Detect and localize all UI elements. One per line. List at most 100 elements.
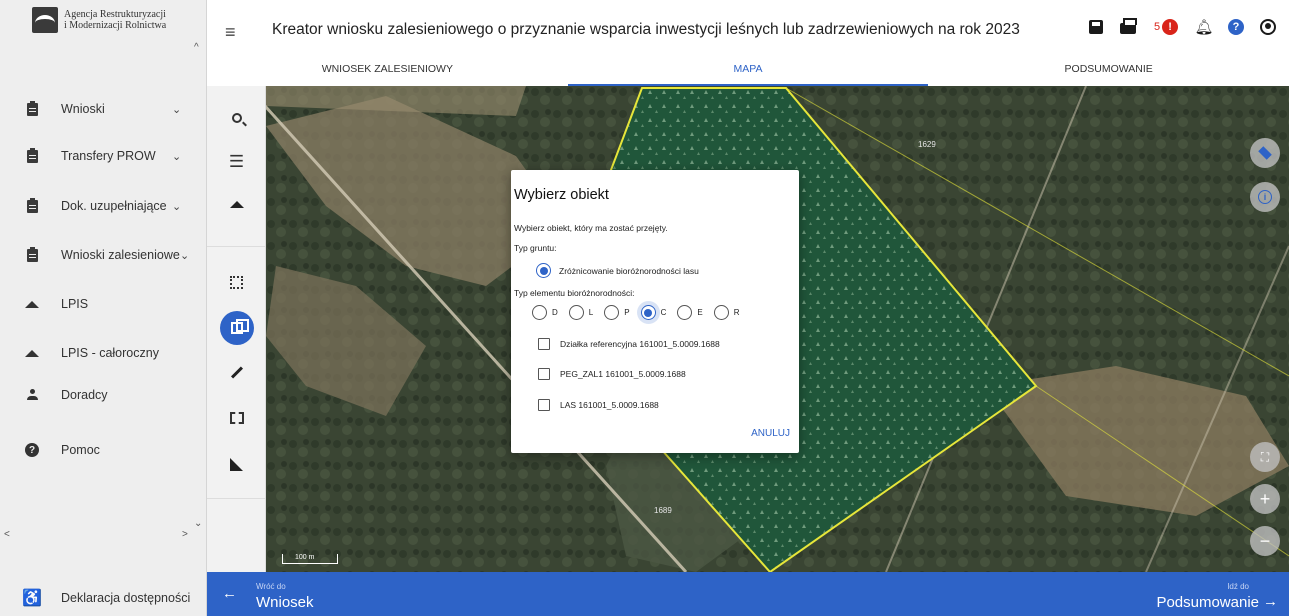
sidebar-item-transfery-prow[interactable]: Transfery PROW ⌄ <box>0 138 207 174</box>
user-account-button[interactable] <box>1259 18 1277 36</box>
sidebar-item-lpis-caloroczny[interactable]: LPIS - całoroczny <box>0 335 207 371</box>
search-button[interactable] <box>207 100 266 136</box>
radio-selected-icon[interactable] <box>640 305 656 320</box>
sidebar-item-label: Wnioski <box>61 102 105 116</box>
sidebar-item-deklaracja-dostepnosci[interactable]: ♿ Deklaracja dostępności <box>0 580 207 616</box>
radio-selected-icon[interactable] <box>536 263 551 278</box>
chevron-down-icon[interactable]: ⌄ <box>172 150 181 163</box>
sidebar-scroll-up-icon[interactable]: ^ <box>194 42 199 53</box>
checkbox-icon[interactable] <box>538 399 550 411</box>
ground-type-option-label: Zróżnicowanie bioróżnorodności lasu <box>559 265 699 276</box>
back-button[interactable]: Wniosek <box>256 594 314 611</box>
chevron-down-icon[interactable]: ⌄ <box>172 200 181 213</box>
object-checkbox-label: PEG_ZAL1 161001_5.0009.1688 <box>560 369 686 379</box>
tab-mapa[interactable]: MAPA <box>567 52 929 86</box>
element-option-c[interactable]: C <box>640 305 666 320</box>
sidebar-item-label: LPIS <box>61 297 89 311</box>
sidebar-item-lpis[interactable]: LPIS <box>0 286 207 322</box>
clipboard-icon <box>26 147 38 163</box>
hamburger-menu-icon[interactable]: ≡ <box>225 22 236 43</box>
element-option-d[interactable]: D <box>532 305 558 320</box>
rectangle-select-button[interactable] <box>207 400 266 436</box>
layers-button[interactable] <box>1250 138 1280 168</box>
layers-icon <box>1258 146 1272 160</box>
object-checkbox-label: LAS 161001_5.0009.1688 <box>560 400 659 410</box>
element-option-l[interactable]: L <box>568 305 593 320</box>
tab-bar: WNIOSEK ZALESIENIOWY MAPA PODSUMOWANIE <box>207 52 1289 86</box>
sidebar-horizontal-scrollbar[interactable]: < > <box>0 529 194 540</box>
radio-icon[interactable] <box>532 305 547 320</box>
chevron-down-icon[interactable]: ⌄ <box>180 249 189 262</box>
forest-layer-button[interactable] <box>207 186 266 222</box>
bell-button[interactable]: 🔔︎ <box>1194 18 1214 36</box>
radio-icon[interactable] <box>713 305 729 320</box>
plus-icon: + <box>1259 488 1271 509</box>
rectangle-select-icon <box>229 412 244 424</box>
select-area-icon <box>230 275 243 289</box>
sidebar-item-label: Doradcy <box>61 388 108 402</box>
wizard-navigation-bar: ← Wróć do Wniosek Idź do Podsumowanie → <box>207 572 1289 616</box>
object-checkbox-row[interactable]: PEG_ZAL1 161001_5.0009.1688 <box>538 368 686 380</box>
mountains-icon <box>25 300 39 308</box>
save-button[interactable] <box>1087 18 1105 36</box>
object-checkbox-row[interactable]: Działka referencyjna 161001_5.0009.1688 <box>538 338 720 350</box>
checkbox-icon[interactable] <box>538 368 550 380</box>
header-actions: 5 ! 🔔︎ ? <box>1087 18 1277 36</box>
sidebar-item-doradcy[interactable]: Doradcy <box>0 377 207 413</box>
radio-icon[interactable] <box>604 305 620 320</box>
ground-type-radio[interactable]: Zróżnicowanie bioróżnorodności lasu <box>536 263 699 278</box>
select-area-button[interactable] <box>207 264 266 300</box>
scroll-left-icon[interactable]: < <box>4 529 10 540</box>
bell-icon: 🔔︎ <box>1194 19 1214 36</box>
sidebar-item-wnioski[interactable]: Wnioski ⌄ <box>0 91 207 127</box>
radio-icon[interactable] <box>677 305 693 320</box>
element-option-r[interactable]: R <box>713 305 739 320</box>
sidebar-scroll-down-icon[interactable]: ⌄ <box>194 518 202 529</box>
element-option-e[interactable]: E <box>677 305 703 320</box>
alert-icon: ! <box>1162 19 1179 35</box>
take-object-button[interactable] <box>207 310 266 346</box>
dialog-subtitle: Wybierz obiekt, który ma zostać przejęty… <box>514 223 668 233</box>
element-type-radio-group: D L P C E R <box>532 305 750 320</box>
list-button[interactable]: ☰ <box>207 144 266 180</box>
search-icon <box>231 113 242 123</box>
help-button[interactable]: ? <box>1227 18 1245 36</box>
mountains-icon <box>25 349 39 357</box>
sidebar-item-pomoc[interactable]: ? Pomoc <box>0 432 207 468</box>
sidebar-item-label: Wnioski zalesieniowe <box>61 248 180 262</box>
arrow-left-icon[interactable]: ← <box>222 585 237 602</box>
sidebar-item-dok-uzupelniajace[interactable]: Dok. uzupełniające ⌄ <box>0 188 207 224</box>
save-icon <box>1089 20 1103 34</box>
page-title: Kreator wniosku zalesieniowego o przyzna… <box>272 21 1020 38</box>
radio-icon[interactable] <box>568 305 584 320</box>
scroll-right-icon[interactable]: > <box>182 529 188 540</box>
back-hint: Wróć do <box>256 582 286 591</box>
sidebar: Agencja Restrukturyzacji i Modernizacji … <box>0 0 207 616</box>
tab-podsumowanie[interactable]: PODSUMOWANIE <box>928 52 1289 86</box>
zoom-out-button[interactable]: − <box>1250 526 1280 556</box>
map-toolbar: ☰ <box>207 86 266 572</box>
cancel-button[interactable]: ANULUJ <box>751 428 790 439</box>
zoom-in-button[interactable]: + <box>1250 484 1280 514</box>
arimr-logo[interactable]: Agencja Restrukturyzacji i Modernizacji … <box>0 0 207 40</box>
select-object-dialog: Wybierz obiekt Wybierz obiekt, który ma … <box>511 170 799 453</box>
sidebar-item-wnioski-zalesieniowe[interactable]: Wnioski zalesieniowe ⌄ <box>0 237 207 273</box>
element-option-p[interactable]: P <box>604 305 630 320</box>
checkbox-icon[interactable] <box>538 338 550 350</box>
notifications-button[interactable]: 5 ! <box>1151 18 1181 36</box>
sidebar-item-label: Dok. uzupełniające <box>61 199 167 213</box>
fullscreen-icon: ⛶ <box>1260 449 1270 464</box>
element-type-label: Typ elementu bioróżnorodności: <box>514 288 635 298</box>
tab-wniosek-zalesieniowy[interactable]: WNIOSEK ZALESIENIOWY <box>207 52 568 86</box>
next-button[interactable]: Podsumowanie <box>1156 594 1259 611</box>
draw-button[interactable] <box>207 354 266 390</box>
fullscreen-button[interactable]: ⛶ <box>1250 442 1280 472</box>
object-checkbox-row[interactable]: LAS 161001_5.0009.1688 <box>538 399 659 411</box>
arrow-right-icon[interactable]: → <box>1263 593 1278 610</box>
print-button[interactable] <box>1119 18 1137 36</box>
measure-button[interactable] <box>207 446 266 482</box>
notification-count: 5 <box>1153 21 1161 33</box>
help-icon: ? <box>1228 19 1244 35</box>
info-button[interactable]: i <box>1250 182 1280 212</box>
chevron-down-icon[interactable]: ⌄ <box>172 103 181 116</box>
